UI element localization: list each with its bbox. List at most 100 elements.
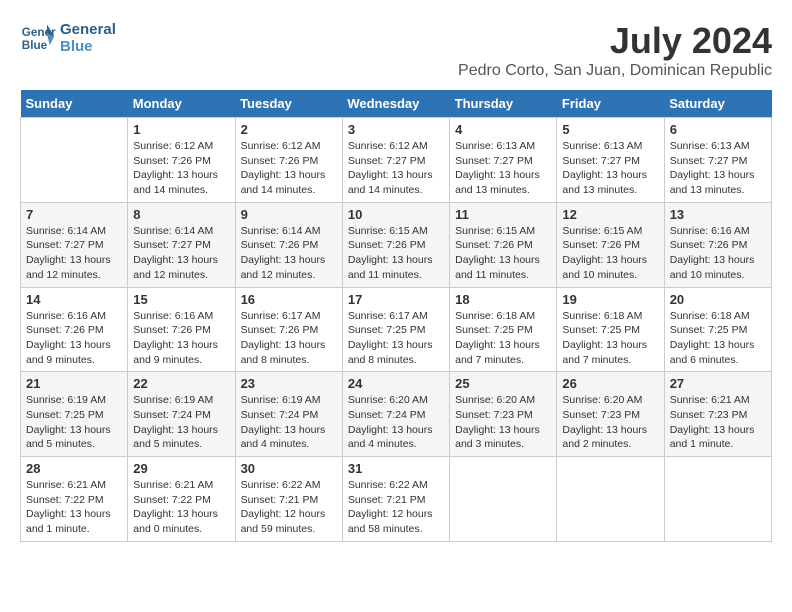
day-info: Sunrise: 6:13 AM Sunset: 7:27 PM Dayligh… xyxy=(670,139,766,198)
day-info: Sunrise: 6:12 AM Sunset: 7:26 PM Dayligh… xyxy=(241,139,337,198)
day-number: 23 xyxy=(241,376,337,391)
day-number: 28 xyxy=(26,461,122,476)
day-info: Sunrise: 6:13 AM Sunset: 7:27 PM Dayligh… xyxy=(455,139,551,198)
calendar-cell: 13 Sunrise: 6:16 AM Sunset: 7:26 PM Dayli… xyxy=(664,202,771,287)
day-info: Sunrise: 6:17 AM Sunset: 7:26 PM Dayligh… xyxy=(241,309,337,368)
calendar-week-row: 28 Sunrise: 6:21 AM Sunset: 7:22 PM Dayli… xyxy=(21,457,772,542)
day-number: 22 xyxy=(133,376,229,391)
day-info: Sunrise: 6:20 AM Sunset: 7:23 PM Dayligh… xyxy=(455,393,551,452)
calendar-cell: 12Sunrise: 6:15 AM Sunset: 7:26 PM Dayli… xyxy=(557,202,664,287)
calendar-cell: 22 Sunrise: 6:19 AM Sunset: 7:24 PM Dayli… xyxy=(128,372,235,457)
calendar-table: SundayMondayTuesdayWednesdayThursdayFrid… xyxy=(20,90,772,542)
day-info: Sunrise: 6:14 AM Sunset: 7:26 PM Dayligh… xyxy=(241,224,337,283)
day-info: Sunrise: 6:18 AM Sunset: 7:25 PM Dayligh… xyxy=(455,309,551,368)
day-info: Sunrise: 6:22 AM Sunset: 7:21 PM Dayligh… xyxy=(348,478,444,537)
logo-text-general: General xyxy=(60,21,116,38)
calendar-cell: 29 Sunrise: 6:21 AM Sunset: 7:22 PM Dayli… xyxy=(128,457,235,542)
day-info: Sunrise: 6:14 AM Sunset: 7:27 PM Dayligh… xyxy=(26,224,122,283)
calendar-week-row: 21Sunrise: 6:19 AM Sunset: 7:25 PM Dayli… xyxy=(21,372,772,457)
calendar-cell: 18 Sunrise: 6:18 AM Sunset: 7:25 PM Dayli… xyxy=(450,287,557,372)
day-number: 30 xyxy=(241,461,337,476)
weekday-header-row: SundayMondayTuesdayWednesdayThursdayFrid… xyxy=(21,90,772,118)
day-info: Sunrise: 6:18 AM Sunset: 7:25 PM Dayligh… xyxy=(562,309,658,368)
day-number: 17 xyxy=(348,292,444,307)
location-title: Pedro Corto, San Juan, Dominican Republi… xyxy=(458,62,772,80)
day-number: 16 xyxy=(241,292,337,307)
calendar-cell: 7 Sunrise: 6:14 AM Sunset: 7:27 PM Daylig… xyxy=(21,202,128,287)
day-number: 26 xyxy=(562,376,658,391)
day-number: 20 xyxy=(670,292,766,307)
calendar-week-row: 7 Sunrise: 6:14 AM Sunset: 7:27 PM Daylig… xyxy=(21,202,772,287)
calendar-cell: 27Sunrise: 6:21 AM Sunset: 7:23 PM Dayli… xyxy=(664,372,771,457)
weekday-header-wednesday: Wednesday xyxy=(342,90,449,118)
calendar-cell xyxy=(21,118,128,203)
day-info: Sunrise: 6:19 AM Sunset: 7:24 PM Dayligh… xyxy=(241,393,337,452)
day-number: 4 xyxy=(455,122,551,137)
day-info: Sunrise: 6:18 AM Sunset: 7:25 PM Dayligh… xyxy=(670,309,766,368)
calendar-cell: 11Sunrise: 6:15 AM Sunset: 7:26 PM Dayli… xyxy=(450,202,557,287)
weekday-header-thursday: Thursday xyxy=(450,90,557,118)
day-info: Sunrise: 6:15 AM Sunset: 7:26 PM Dayligh… xyxy=(348,224,444,283)
day-number: 31 xyxy=(348,461,444,476)
day-number: 3 xyxy=(348,122,444,137)
calendar-cell: 20 Sunrise: 6:18 AM Sunset: 7:25 PM Dayli… xyxy=(664,287,771,372)
logo-text-blue: Blue xyxy=(60,38,116,55)
calendar-cell: 21Sunrise: 6:19 AM Sunset: 7:25 PM Dayli… xyxy=(21,372,128,457)
calendar-cell: 26 Sunrise: 6:20 AM Sunset: 7:23 PM Dayli… xyxy=(557,372,664,457)
calendar-cell: 31 Sunrise: 6:22 AM Sunset: 7:21 PM Dayli… xyxy=(342,457,449,542)
day-number: 21 xyxy=(26,376,122,391)
calendar-cell: 16 Sunrise: 6:17 AM Sunset: 7:26 PM Dayli… xyxy=(235,287,342,372)
day-number: 29 xyxy=(133,461,229,476)
calendar-cell: 8Sunrise: 6:14 AM Sunset: 7:27 PM Daylig… xyxy=(128,202,235,287)
day-info: Sunrise: 6:17 AM Sunset: 7:25 PM Dayligh… xyxy=(348,309,444,368)
day-number: 10 xyxy=(348,207,444,222)
calendar-cell xyxy=(450,457,557,542)
day-info: Sunrise: 6:20 AM Sunset: 7:23 PM Dayligh… xyxy=(562,393,658,452)
calendar-cell: 25 Sunrise: 6:20 AM Sunset: 7:23 PM Dayli… xyxy=(450,372,557,457)
day-number: 18 xyxy=(455,292,551,307)
month-title: July 2024 xyxy=(458,20,772,62)
day-info: Sunrise: 6:15 AM Sunset: 7:26 PM Dayligh… xyxy=(455,224,551,283)
logo-icon: General Blue xyxy=(20,20,56,56)
calendar-cell: 17 Sunrise: 6:17 AM Sunset: 7:25 PM Dayli… xyxy=(342,287,449,372)
calendar-cell: 9Sunrise: 6:14 AM Sunset: 7:26 PM Daylig… xyxy=(235,202,342,287)
day-number: 25 xyxy=(455,376,551,391)
day-number: 7 xyxy=(26,207,122,222)
day-info: Sunrise: 6:21 AM Sunset: 7:22 PM Dayligh… xyxy=(26,478,122,537)
day-number: 15 xyxy=(133,292,229,307)
day-info: Sunrise: 6:12 AM Sunset: 7:27 PM Dayligh… xyxy=(348,139,444,198)
calendar-cell: 30 Sunrise: 6:22 AM Sunset: 7:21 PM Dayli… xyxy=(235,457,342,542)
calendar-cell: 10 Sunrise: 6:15 AM Sunset: 7:26 PM Dayli… xyxy=(342,202,449,287)
day-info: Sunrise: 6:15 AM Sunset: 7:26 PM Dayligh… xyxy=(562,224,658,283)
calendar-cell: 28 Sunrise: 6:21 AM Sunset: 7:22 PM Dayli… xyxy=(21,457,128,542)
day-info: Sunrise: 6:14 AM Sunset: 7:27 PM Dayligh… xyxy=(133,224,229,283)
title-area: July 2024 Pedro Corto, San Juan, Dominic… xyxy=(458,20,772,80)
calendar-cell: 3 Sunrise: 6:12 AM Sunset: 7:27 PM Daylig… xyxy=(342,118,449,203)
svg-text:Blue: Blue xyxy=(22,39,48,52)
day-number: 13 xyxy=(670,207,766,222)
calendar-cell: 1Sunrise: 6:12 AM Sunset: 7:26 PM Daylig… xyxy=(128,118,235,203)
logo: General Blue General Blue xyxy=(20,20,116,56)
day-number: 6 xyxy=(670,122,766,137)
calendar-cell: 14Sunrise: 6:16 AM Sunset: 7:26 PM Dayli… xyxy=(21,287,128,372)
day-info: Sunrise: 6:22 AM Sunset: 7:21 PM Dayligh… xyxy=(241,478,337,537)
day-info: Sunrise: 6:21 AM Sunset: 7:22 PM Dayligh… xyxy=(133,478,229,537)
calendar-cell: 4 Sunrise: 6:13 AM Sunset: 7:27 PM Daylig… xyxy=(450,118,557,203)
calendar-cell: 15 Sunrise: 6:16 AM Sunset: 7:26 PM Dayli… xyxy=(128,287,235,372)
weekday-header-tuesday: Tuesday xyxy=(235,90,342,118)
calendar-cell: 6 Sunrise: 6:13 AM Sunset: 7:27 PM Daylig… xyxy=(664,118,771,203)
calendar-week-row: 14 Sunrise: 6:16 AM Sunset: 7:26 PM Dayli… xyxy=(21,287,772,372)
calendar-week-row: 1Sunrise: 6:12 AM Sunset: 7:26 PM Daylig… xyxy=(21,118,772,203)
calendar-cell: 19Sunrise: 6:18 AM Sunset: 7:25 PM Dayli… xyxy=(557,287,664,372)
day-info: Sunrise: 6:19 AM Sunset: 7:24 PM Dayligh… xyxy=(133,393,229,452)
day-number: 24 xyxy=(348,376,444,391)
day-info: Sunrise: 6:16 AM Sunset: 7:26 PM Dayligh… xyxy=(133,309,229,368)
day-number: 14 xyxy=(26,292,122,307)
day-info: Sunrise: 6:13 AM Sunset: 7:27 PM Dayligh… xyxy=(562,139,658,198)
weekday-header-saturday: Saturday xyxy=(664,90,771,118)
day-info: Sunrise: 6:16 AM Sunset: 7:26 PM Dayligh… xyxy=(670,224,766,283)
calendar-cell xyxy=(557,457,664,542)
day-info: Sunrise: 6:12 AM Sunset: 7:26 PM Dayligh… xyxy=(133,139,229,198)
calendar-cell: 5Sunrise: 6:13 AM Sunset: 7:27 PM Daylig… xyxy=(557,118,664,203)
calendar-cell: 24Sunrise: 6:20 AM Sunset: 7:24 PM Dayli… xyxy=(342,372,449,457)
